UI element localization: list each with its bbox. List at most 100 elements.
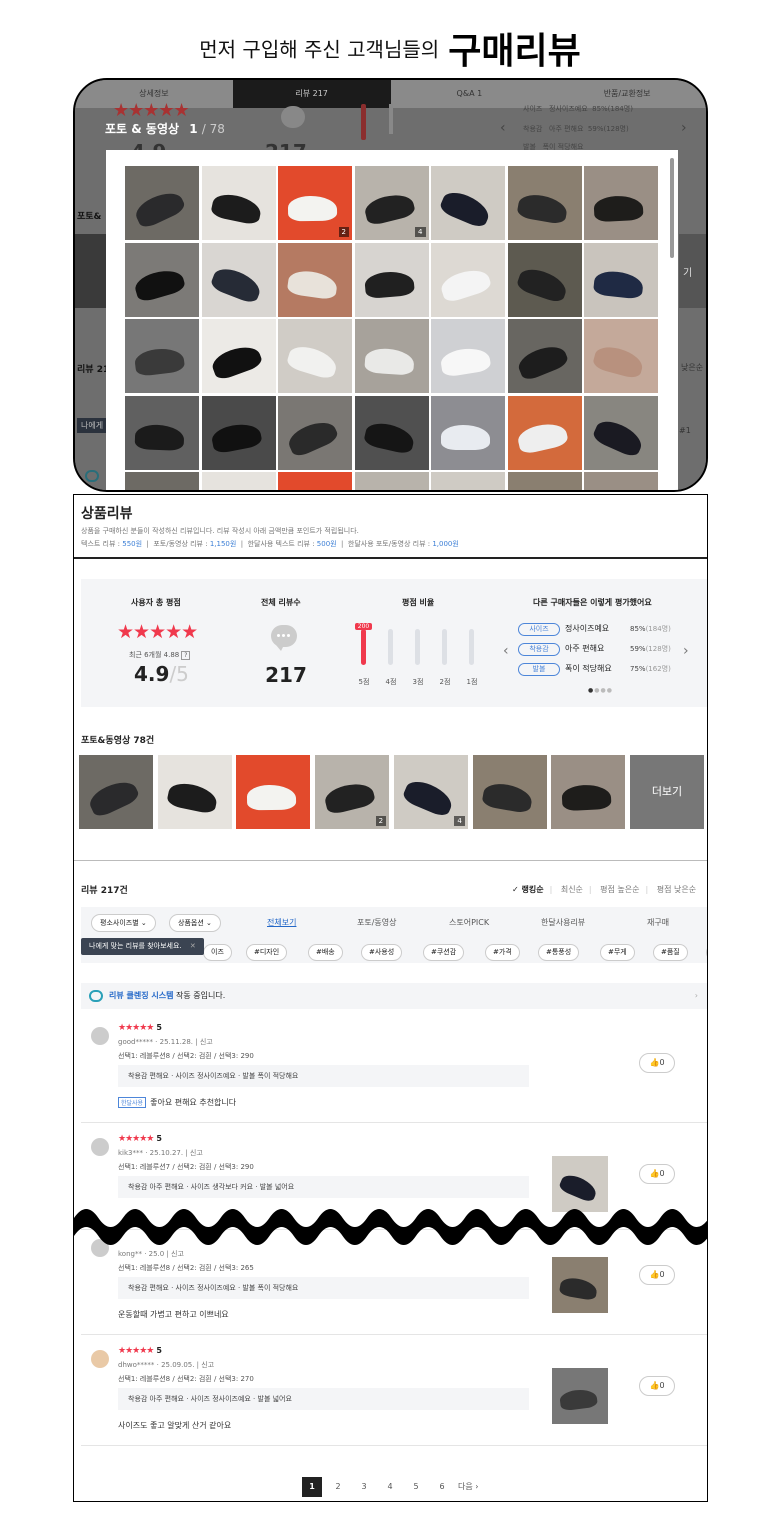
photo-cell[interactable] <box>507 395 582 470</box>
photo-thumb[interactable] <box>472 755 547 829</box>
page-button[interactable]: 6 <box>432 1477 452 1497</box>
rating-bar: 200 <box>355 623 372 665</box>
page-button[interactable]: 1 <box>302 1477 322 1497</box>
sort-latest[interactable]: 최신순 <box>561 885 583 894</box>
photo-cell[interactable] <box>125 166 199 240</box>
photo-cell[interactable] <box>507 319 582 393</box>
page-button[interactable]: 4 <box>380 1477 400 1497</box>
photo-cell[interactable] <box>507 472 582 490</box>
photo-cell[interactable] <box>278 395 352 470</box>
tab-photo[interactable]: 포토/동영상 <box>357 917 397 928</box>
sort-high[interactable]: 평점 높은순 <box>600 885 639 894</box>
hashtag-chip[interactable]: #사용성 <box>361 944 403 961</box>
photo-thumb[interactable] <box>551 755 626 829</box>
photo-cell[interactable] <box>584 166 658 240</box>
hashtag-chip[interactable]: #디자인 <box>246 944 288 961</box>
like-button[interactable]: 👍0 <box>639 1376 675 1396</box>
photo-thumb[interactable] <box>79 755 153 829</box>
photo-cell[interactable] <box>125 242 199 317</box>
like-button[interactable]: 👍0 <box>639 1164 675 1184</box>
photo-cell[interactable]: 2 <box>278 166 352 240</box>
photo-cell[interactable] <box>507 166 582 240</box>
photo-cell[interactable] <box>125 319 199 393</box>
photo-cell[interactable] <box>354 242 429 317</box>
tab-review[interactable]: 리뷰 217 <box>232 80 391 108</box>
recent-rating: 최근 6개월 4.88? <box>129 650 191 660</box>
divider <box>74 557 707 559</box>
photo-cell[interactable] <box>431 166 505 240</box>
photo-thumb[interactable] <box>157 755 232 829</box>
photo-cell[interactable] <box>125 395 199 470</box>
tab-store-pick[interactable]: 스토어PICK <box>449 917 489 928</box>
rating-bar-label: 2점 <box>439 678 451 686</box>
review-photo[interactable] <box>552 1368 608 1424</box>
hashtag-chip[interactable]: #품질 <box>653 944 688 961</box>
page-button[interactable]: 다음 › <box>458 1477 478 1497</box>
photo-cell[interactable] <box>354 472 429 490</box>
hashtag-chip[interactable]: #통풍성 <box>538 944 580 961</box>
photo-more-button[interactable]: 더보기 <box>630 755 704 829</box>
shoe-shape <box>362 419 416 456</box>
photo-cell[interactable] <box>201 319 276 393</box>
photo-cell[interactable] <box>584 395 658 470</box>
page-button[interactable]: 3 <box>354 1477 374 1497</box>
sort-low[interactable]: 평점 낮은순 <box>657 885 696 894</box>
photo-thumb[interactable]: 2 <box>315 755 390 829</box>
hashtag-chip[interactable]: #가격 <box>485 944 520 961</box>
photo-cell[interactable] <box>278 242 352 317</box>
close-icon[interactable]: ✕ <box>190 942 196 950</box>
ghost-bubble-icon <box>281 106 305 128</box>
review-item: ★★★★★ 5 dhwo***** · 25.09.05. | 신고 선택1: 레블루… <box>81 1342 707 1446</box>
review-photo[interactable] <box>552 1257 608 1313</box>
photo-cell[interactable] <box>125 472 199 490</box>
like-button[interactable]: 👍0 <box>639 1265 675 1285</box>
photo-cell[interactable] <box>584 242 658 317</box>
photo-cell[interactable] <box>584 319 658 393</box>
photo-cell[interactable] <box>507 242 582 317</box>
chevron-right-icon[interactable]: › <box>683 643 689 659</box>
photo-cell[interactable] <box>354 395 429 470</box>
ghost-hash: #1 <box>679 426 691 435</box>
photo-cell[interactable] <box>354 319 429 393</box>
shoe-shape <box>209 341 264 382</box>
photo-thumb[interactable]: 4 <box>393 755 468 829</box>
ghost-stars: ★★★★★ <box>113 100 190 121</box>
chevron-right-icon[interactable]: › <box>695 983 698 1009</box>
chevron-left-icon[interactable]: ‹ <box>503 643 509 659</box>
shoe-shape <box>285 416 341 460</box>
hashtag-chip[interactable]: #바닥 <box>706 944 707 961</box>
shoe-shape <box>593 194 644 223</box>
photo-cell[interactable]: 4 <box>354 166 429 240</box>
photo-cell[interactable] <box>431 242 505 317</box>
hashtag-chip[interactable]: #쿠션감 <box>423 944 465 961</box>
like-button[interactable]: 👍0 <box>639 1053 675 1073</box>
photo-cell[interactable] <box>201 166 276 240</box>
photo-cell[interactable] <box>431 472 505 490</box>
photo-grid-modal: 24 <box>106 150 678 490</box>
photo-cell[interactable] <box>278 472 352 490</box>
hashtag-chip[interactable]: #배송 <box>308 944 343 961</box>
divider <box>81 1122 707 1123</box>
photo-thumb[interactable] <box>236 755 311 829</box>
size-dropdown[interactable]: 평소사이즈별 ⌄ <box>91 914 156 932</box>
photo-cell[interactable] <box>431 395 505 470</box>
photo-cell[interactable] <box>201 395 276 470</box>
page-button[interactable]: 5 <box>406 1477 426 1497</box>
tab-rebuy[interactable]: 재구매 <box>647 917 669 928</box>
option-dropdown[interactable]: 상품옵션 ⌄ <box>169 914 221 932</box>
photo-cell[interactable] <box>584 472 658 490</box>
photo-cell[interactable] <box>201 472 276 490</box>
carousel-dots[interactable]: ●●●● <box>588 687 613 694</box>
tab-all[interactable]: 전체보기 <box>267 917 296 928</box>
sort-ranking[interactable]: ✓ 랭킹순 <box>512 885 544 894</box>
hashtag-chip[interactable]: #무게 <box>600 944 635 961</box>
page-button[interactable]: 2 <box>328 1477 348 1497</box>
photo-cell[interactable] <box>201 242 276 317</box>
photo-cell[interactable] <box>431 319 505 393</box>
hashtag-partial[interactable]: 이즈 <box>203 944 232 961</box>
modal-scrollbar[interactable] <box>670 158 674 258</box>
photo-cell[interactable] <box>278 319 352 393</box>
tab-month-use[interactable]: 한달사용리뷰 <box>541 917 585 928</box>
divider <box>81 1334 707 1335</box>
help-icon[interactable]: ? <box>181 651 191 660</box>
